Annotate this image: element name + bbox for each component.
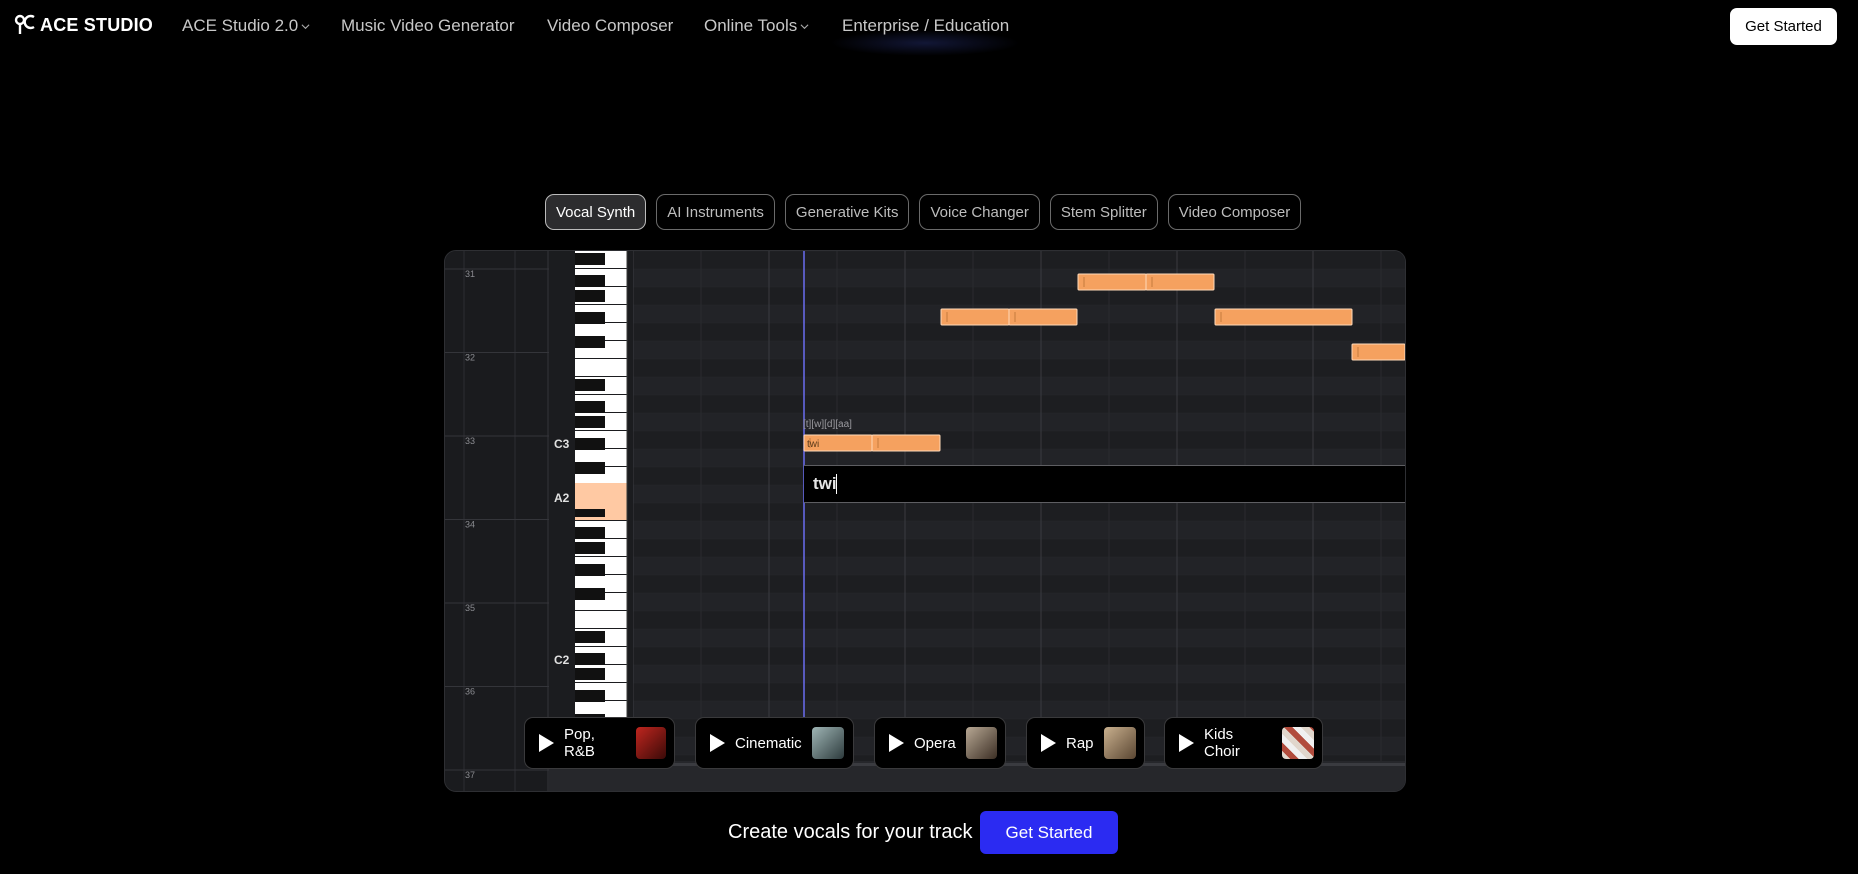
- piano-black-key: [575, 312, 605, 324]
- voice-chip-label: Kids Choir: [1204, 726, 1240, 760]
- piano-black-key: [575, 527, 605, 539]
- play-icon: [1041, 734, 1056, 752]
- voice-chip-label: Cinematic: [735, 734, 802, 752]
- nav-online-tools[interactable]: Online Tools: [704, 16, 809, 36]
- midi-note: [1145, 273, 1215, 291]
- feature-tabs: Vocal Synth AI Instruments Generative Ki…: [545, 194, 1302, 230]
- voice-chip-label: Rap: [1066, 734, 1094, 752]
- piano-black-key: [575, 275, 605, 287]
- chevron-down-icon: [800, 23, 809, 29]
- phoneme-label: [t][w][d][aa]: [803, 419, 852, 430]
- get-started-button[interactable]: Get Started: [980, 811, 1118, 854]
- voice-avatar: [635, 727, 666, 759]
- cta-text: Create vocals for your track: [728, 821, 973, 843]
- tab-stem-splitter[interactable]: Stem Splitter: [1049, 194, 1158, 230]
- midi-note: [871, 434, 941, 452]
- chevron-down-icon: [301, 23, 310, 29]
- piano-black-key: [575, 401, 605, 413]
- tab-video-composer[interactable]: Video Composer: [1167, 194, 1302, 230]
- octave-label-c3: C3: [554, 437, 570, 451]
- voice-avatar: [965, 727, 997, 759]
- piano-black-key: [575, 653, 605, 665]
- lyric-input[interactable]: twi: [804, 465, 1405, 503]
- text-caret: [836, 474, 837, 494]
- note-lyric: twi: [807, 439, 819, 450]
- top-nav: ACE STUDIO ACE Studio 2.0 Music Video Ge…: [0, 0, 1858, 56]
- octave-label-a2: A2: [554, 491, 570, 505]
- piano-roll-canvas: 31 32 33 34 35 36 37 C3 A2 C2 [t][w][d][aa] tw…: [445, 251, 1405, 791]
- voice-chip-cinematic[interactable]: Cinematic: [695, 717, 854, 769]
- octave-label-c2: C2: [554, 653, 570, 667]
- piano-black-key: [575, 290, 605, 302]
- piano-key-highlight: [575, 483, 627, 509]
- voice-avatar: [1103, 727, 1136, 759]
- logo[interactable]: ACE STUDIO: [14, 14, 153, 36]
- bar-number-label: 32: [465, 353, 475, 363]
- get-started-nav-button[interactable]: Get Started: [1730, 8, 1837, 45]
- voice-avatar: [811, 727, 844, 759]
- midi-note: [1077, 273, 1147, 291]
- nav-video-composer[interactable]: Video Composer: [547, 16, 673, 36]
- midi-note: [1008, 308, 1078, 326]
- nav-video-composer-label: Video Composer: [547, 16, 674, 35]
- play-icon: [1179, 734, 1194, 752]
- play-icon: [889, 734, 904, 752]
- nav-music-video-generator[interactable]: Music Video Generator: [341, 16, 515, 36]
- piano-white-key: [575, 611, 627, 628]
- midi-note: [940, 308, 1010, 326]
- piano-black-key: [575, 336, 605, 348]
- nav-ace-studio[interactable]: ACE Studio 2.0: [182, 16, 310, 36]
- piano-black-key: [575, 631, 605, 643]
- piano-black-key: [575, 588, 605, 600]
- voice-chip-rap[interactable]: Rap: [1026, 717, 1145, 769]
- voice-chip-kids-choir[interactable]: Kids Choir: [1164, 717, 1323, 769]
- piano-black-key: [575, 416, 605, 428]
- piano-black-key: [575, 542, 605, 554]
- logo-text: ACE STUDIO: [40, 14, 154, 35]
- bar-number-label: 33: [465, 436, 475, 446]
- nav-music-video-generator-label: Music Video Generator: [341, 16, 515, 35]
- piano-keyboard: [575, 251, 628, 791]
- tab-vocal-synth[interactable]: Vocal Synth: [545, 194, 647, 230]
- bar-number-label: 36: [465, 687, 475, 697]
- piano-roll-editor[interactable]: 31 32 33 34 35 36 37 C3 A2 C2 [t][w][d][aa] tw…: [444, 250, 1406, 792]
- ace-logo-icon: [14, 14, 35, 34]
- tab-generative-kits[interactable]: Generative Kits: [784, 194, 910, 230]
- bar-number-label: 35: [465, 603, 475, 613]
- voice-chip-label: Opera: [914, 734, 956, 752]
- tab-voice-changer[interactable]: Voice Changer: [919, 194, 1040, 230]
- bar-number-label: 37: [465, 770, 475, 780]
- lyric-input-value: twi: [813, 474, 837, 493]
- nav-enterprise-education-label: Enterprise / Education: [842, 16, 1010, 35]
- play-icon: [710, 734, 725, 752]
- piano-black-key: [575, 690, 605, 702]
- voice-chip-opera[interactable]: Opera: [874, 717, 1006, 769]
- nav-online-tools-label: Online Tools: [704, 16, 798, 35]
- piano-black-key: [575, 668, 605, 680]
- voice-avatar: [1282, 727, 1314, 759]
- bar-number-label: 31: [465, 269, 475, 279]
- piano-black-key: [575, 462, 605, 474]
- nav-enterprise-education[interactable]: Enterprise / Education: [842, 16, 1009, 36]
- tab-ai-instruments[interactable]: AI Instruments: [656, 194, 775, 230]
- midi-note: [1214, 308, 1353, 326]
- voice-chip-pop-rnb[interactable]: Pop, R&B: [524, 717, 675, 769]
- piano-black-key: [575, 564, 605, 576]
- bar-number-label: 34: [465, 520, 475, 530]
- midi-note: [1351, 343, 1405, 361]
- piano-white-key: [575, 359, 627, 376]
- voice-chip-label: Pop, R&B: [564, 726, 595, 760]
- piano-black-key: [575, 379, 605, 391]
- nav-ace-studio-label: ACE Studio 2.0: [182, 16, 299, 35]
- piano-black-key: [575, 438, 605, 450]
- piano-black-key: [575, 253, 605, 265]
- play-icon: [539, 734, 554, 752]
